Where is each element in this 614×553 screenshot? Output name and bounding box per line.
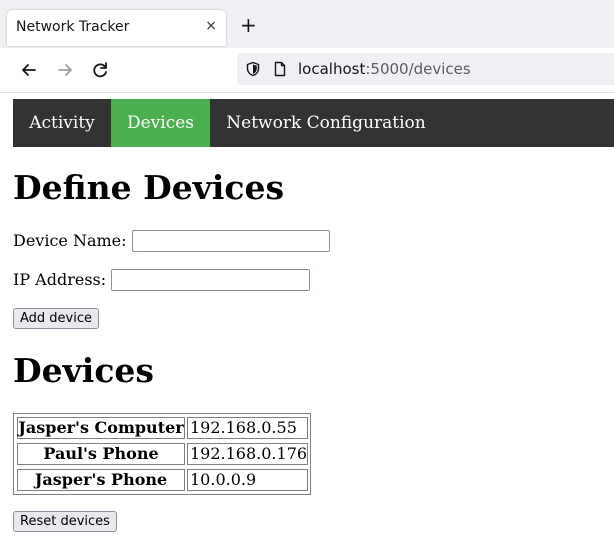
reload-icon[interactable] xyxy=(90,60,110,80)
url-text[interactable]: localhost:5000/devices xyxy=(298,60,471,78)
back-arrow-icon[interactable] xyxy=(19,60,39,80)
add-device-button[interactable]: Add device xyxy=(13,308,99,329)
address-bar[interactable]: localhost:5000/devices xyxy=(237,53,614,85)
reset-devices-button[interactable]: Reset devices xyxy=(13,511,117,532)
ip-address-label: IP Address: xyxy=(13,270,107,289)
nav-activity[interactable]: Activity xyxy=(13,99,111,147)
define-devices-heading: Define Devices xyxy=(13,168,285,207)
close-icon[interactable]: × xyxy=(205,18,217,34)
device-name-input[interactable] xyxy=(132,230,330,252)
browser-toolbar: localhost:5000/devices xyxy=(0,48,614,93)
device-ip-cell: 10.0.0.9 xyxy=(187,469,308,491)
site-navbar: Activity Devices Network Configuration xyxy=(13,99,614,147)
device-name-cell: Jasper's Phone xyxy=(17,469,185,491)
device-ip-cell: 192.168.0.176 xyxy=(187,443,308,465)
url-host: localhost xyxy=(298,60,366,78)
browser-tab-strip: Network Tracker × + xyxy=(0,0,614,48)
url-path: :5000/devices xyxy=(365,60,471,78)
ip-address-input[interactable] xyxy=(111,269,310,291)
device-name-cell: Jasper's Computer xyxy=(17,417,185,439)
nav-devices[interactable]: Devices xyxy=(111,99,210,147)
devices-heading: Devices xyxy=(13,351,154,390)
nav-network-configuration[interactable]: Network Configuration xyxy=(210,99,442,147)
page-icon[interactable] xyxy=(272,61,288,77)
shield-icon[interactable] xyxy=(245,61,261,77)
browser-tab[interactable]: Network Tracker × xyxy=(7,10,226,46)
tab-title: Network Tracker xyxy=(16,19,130,35)
device-name-cell: Paul's Phone xyxy=(17,443,185,465)
new-tab-button[interactable]: + xyxy=(240,15,257,35)
forward-arrow-icon[interactable] xyxy=(55,60,75,80)
device-ip-cell: 192.168.0.55 xyxy=(187,417,308,439)
device-name-label: Device Name: xyxy=(13,231,127,250)
devices-table: Jasper's Computer 192.168.0.55 Paul's Ph… xyxy=(13,413,311,495)
